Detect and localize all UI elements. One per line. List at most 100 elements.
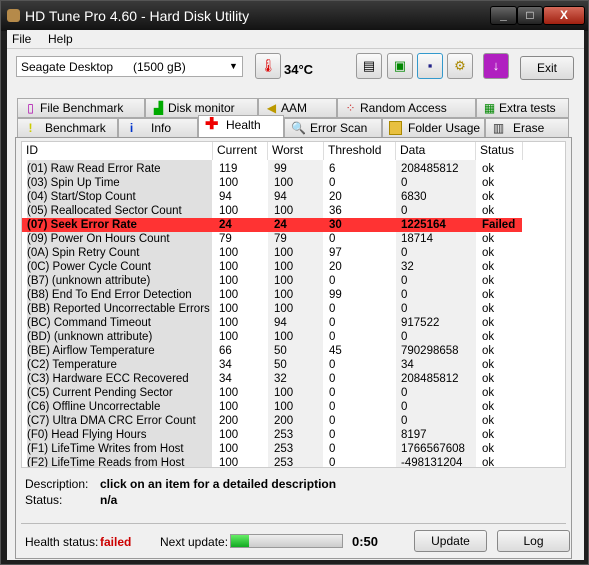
tab-health[interactable]: ✚ Health xyxy=(198,115,284,137)
column-header-threshold[interactable]: Threshold xyxy=(324,142,396,160)
copy-screenshot-icon[interactable]: ▣ xyxy=(387,53,413,79)
cell-status: ok xyxy=(482,429,495,441)
tab-label: Disk monitor xyxy=(168,101,235,115)
cell-id: (05) Reallocated Sector Count xyxy=(27,205,182,217)
table-row[interactable]: (B7) (unknown attribute) 100 100 0 0 ok xyxy=(22,274,522,288)
column-header-current[interactable]: Current xyxy=(213,142,268,160)
update-button[interactable]: Update xyxy=(414,530,487,552)
table-row[interactable]: (0C) Power Cycle Count 100 100 20 32 ok xyxy=(22,260,522,274)
exit-button[interactable]: Exit xyxy=(520,56,574,80)
tab-label: Folder Usage xyxy=(408,121,481,135)
cell-status: ok xyxy=(482,401,495,413)
tab-label: AAM xyxy=(281,101,308,115)
table-row[interactable]: (BE) Airflow Temperature 66 50 45 790298658 o… xyxy=(22,344,522,358)
cell-data: 0 xyxy=(401,303,408,315)
tab-random-access[interactable]: ⁘ Random Access xyxy=(337,98,476,118)
cell-data: 34 xyxy=(401,359,414,371)
cell-threshold: 0 xyxy=(329,457,336,468)
tab-folder-usage[interactable]: Folder Usage xyxy=(382,118,485,138)
column-header-id[interactable]: ID xyxy=(22,142,213,160)
menu-help[interactable]: Help xyxy=(48,32,73,46)
minimize-button[interactable]: _ xyxy=(490,6,517,25)
cell-current: 100 xyxy=(219,275,239,287)
temperature: 34°C xyxy=(284,62,314,77)
cell-data: 0 xyxy=(401,205,408,217)
table-row[interactable]: (BB) Reported Uncorrectable Errors 100 100… xyxy=(22,302,522,316)
cell-threshold: 0 xyxy=(329,303,336,315)
tab-error-scan[interactable]: 🔍 Error Scan xyxy=(284,118,382,138)
table-row[interactable]: (01) Raw Read Error Rate 119 99 6 208485812 o… xyxy=(22,162,522,176)
menu-bar: File Help xyxy=(7,30,584,48)
chevron-down-icon: ▼ xyxy=(229,61,238,71)
table-row[interactable]: (F0) Head Flying Hours 100 253 0 8197 ok xyxy=(22,428,522,442)
table-row[interactable]: (04) Start/Stop Count 94 94 20 6830 ok xyxy=(22,190,522,204)
table-row[interactable]: (C2) Temperature 34 50 0 34 ok xyxy=(22,358,522,372)
cell-worst: 100 xyxy=(274,275,294,287)
table-row[interactable]: (BC) Command Timeout 100 94 0 917522 ok xyxy=(22,316,522,330)
status-label: Status: xyxy=(25,493,63,507)
table-row[interactable]: (B8) End To End Error Detection 100 100 99 0… xyxy=(22,288,522,302)
thermometer-icon[interactable]: 🌡 xyxy=(255,53,281,79)
cell-data: 1225164 xyxy=(401,219,446,231)
download-icon[interactable]: ↓ xyxy=(483,53,509,79)
table-row[interactable]: (C5) Current Pending Sector 100 100 0 0 ok xyxy=(22,386,522,400)
tab-label: File Benchmark xyxy=(40,101,124,115)
cell-current: 79 xyxy=(219,233,232,245)
table-row[interactable]: (05) Reallocated Sector Count 100 100 36 0 ok xyxy=(22,204,522,218)
cell-worst: 50 xyxy=(274,345,287,357)
close-button[interactable]: X xyxy=(543,6,585,25)
table-row[interactable]: (C7) Ultra DMA CRC Error Count 200 200 0 0 ok xyxy=(22,414,522,428)
copy-text-icon[interactable]: ▤ xyxy=(356,53,382,79)
cell-status: ok xyxy=(482,415,495,427)
file-benchmark-icon: ▯ xyxy=(27,101,34,115)
app-icon xyxy=(7,9,20,22)
tab-extra-tests[interactable]: ▦ Extra tests xyxy=(476,98,569,118)
column-header-data[interactable]: Data xyxy=(396,142,476,160)
tab-info[interactable]: i Info xyxy=(118,118,198,138)
table-row[interactable]: (F1) LifeTime Writes from Host 100 253 0 176… xyxy=(22,442,522,456)
drive-name: Seagate Desktop xyxy=(21,60,114,74)
tab-label: Info xyxy=(151,121,172,135)
table-row[interactable]: (F2) LifeTime Reads from Host 100 253 0 -498… xyxy=(22,456,522,468)
cell-threshold: 0 xyxy=(329,233,336,245)
cell-id: (C6) Offline Uncorrectable xyxy=(27,401,161,413)
drive-select[interactable]: Seagate Desktop (1500 gB) ▼ xyxy=(16,56,243,77)
cell-threshold: 0 xyxy=(329,429,336,441)
column-header-status[interactable]: Status xyxy=(476,142,523,160)
cell-worst: 100 xyxy=(274,331,294,343)
options-icon[interactable]: ⚙ xyxy=(447,53,473,79)
cell-status: ok xyxy=(482,443,495,455)
column-header-worst[interactable]: Worst xyxy=(268,142,324,160)
cell-worst: 100 xyxy=(274,289,294,301)
log-button[interactable]: Log xyxy=(497,530,570,552)
table-row[interactable]: (C3) Hardware ECC Recovered 34 32 0 20848581… xyxy=(22,372,522,386)
cell-data: 0 xyxy=(401,415,408,427)
cell-data: 917522 xyxy=(401,317,440,329)
table-row[interactable]: (C6) Offline Uncorrectable 100 100 0 0 ok xyxy=(22,400,522,414)
tab-erase[interactable]: ▥ Erase xyxy=(485,118,569,138)
cell-status: ok xyxy=(482,457,495,468)
disk-monitor-icon: ▟ xyxy=(153,101,164,115)
cell-id: (B7) (unknown attribute) xyxy=(27,275,151,287)
table-row[interactable]: (07) Seek Error Rate 24 24 30 1225164 Failed xyxy=(22,218,522,232)
cell-status: ok xyxy=(482,387,495,399)
tab-label: Erase xyxy=(513,121,545,135)
cell-id: (BE) Airflow Temperature xyxy=(27,345,155,357)
cell-status: ok xyxy=(482,359,495,371)
maximize-button[interactable]: □ xyxy=(517,6,543,25)
smart-table[interactable]: ID Current Worst Threshold Data Status (… xyxy=(21,141,566,468)
tab-benchmark[interactable]: ! Benchmark xyxy=(17,118,118,138)
tab-file-benchmark[interactable]: ▯ File Benchmark xyxy=(17,98,145,118)
cell-worst: 94 xyxy=(274,191,287,203)
cell-current: 100 xyxy=(219,429,239,441)
cell-status: ok xyxy=(482,205,495,217)
cell-status: Failed xyxy=(482,219,516,231)
save-icon[interactable]: ▪ xyxy=(417,53,443,79)
cell-worst: 100 xyxy=(274,387,294,399)
menu-file[interactable]: File xyxy=(12,32,31,46)
table-row[interactable]: (09) Power On Hours Count 79 79 0 18714 ok xyxy=(22,232,522,246)
table-row[interactable]: (0A) Spin Retry Count 100 100 97 0 ok xyxy=(22,246,522,260)
table-row[interactable]: (03) Spin Up Time 100 100 0 0 ok xyxy=(22,176,522,190)
cell-current: 200 xyxy=(219,415,239,427)
table-row[interactable]: (BD) (unknown attribute) 100 100 0 0 ok xyxy=(22,330,522,344)
